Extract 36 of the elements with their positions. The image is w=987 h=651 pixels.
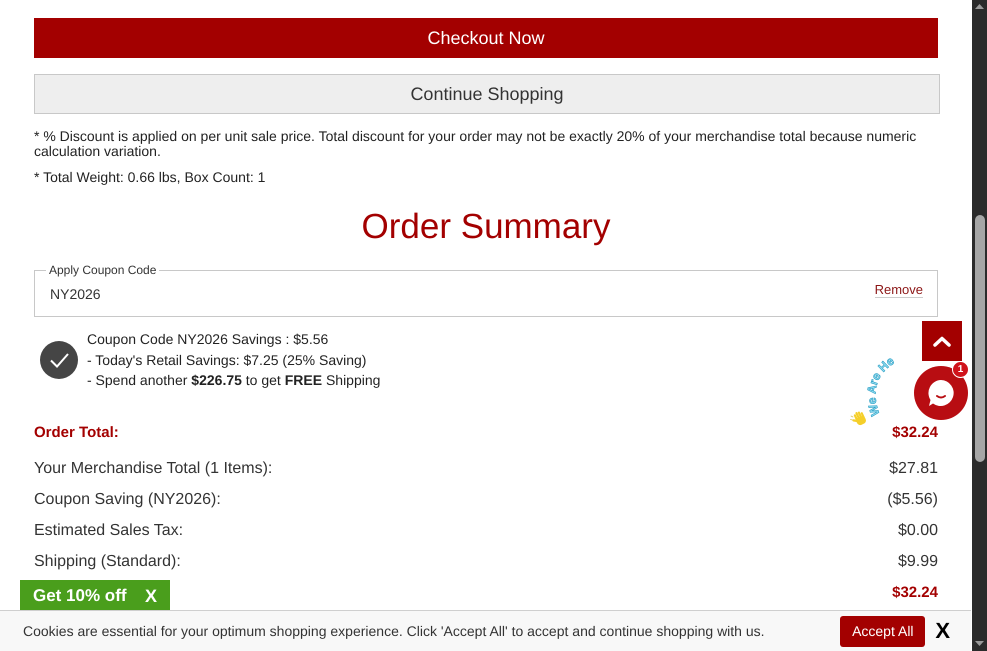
summary-value: $9.99 [898,552,938,572]
chevron-up-icon [933,336,951,346]
coupon-info-text: Coupon Code NY2026 Savings : $5.56 [87,330,330,349]
summary-value: $32.24 [892,582,938,603]
close-button[interactable]: X [935,619,950,643]
waving-hand-icon [850,410,868,427]
summary-label: Your Merchandise Total (1 Items): [34,459,272,479]
scroll-down-icon[interactable] [975,641,984,646]
coupon-info-text: - Today's Retail Savings: $7.25 (25% Saving) [87,350,368,370]
summary-value: $27.81 [889,459,938,479]
summary-value: $0.00 [898,521,938,541]
summary-label: Coupon Saving (NY2026): [34,490,221,510]
unread-badge: 1 [952,361,969,378]
back-to-top-button[interactable] [922,321,962,361]
speech-bubble-icon [926,378,956,408]
summary-label: Shipping (Standard): [34,552,181,572]
summary-value: ($5.56) [887,490,938,510]
checkout-button[interactable]: Checkout Now [34,18,938,58]
summary-label: Order Total: [34,423,119,444]
chat-button[interactable] [914,366,968,420]
note-text: * Total Weight: 0.66 lbs, Box Count: 1 [34,169,266,185]
scroll-up-icon[interactable] [975,4,984,9]
check-icon [40,340,78,379]
continue-shopping-button[interactable]: Continue Shopping [34,74,940,114]
remove-link[interactable]: Remove [874,282,923,298]
scrollbar[interactable] [972,0,987,651]
cookie-message: Cookies are essential for your optimum shopping experience. Click 'Accept All' to accept and continue shopping with us. [23,622,765,641]
coupon-code-field[interactable]: Apply Coupon Code NY2026 Remove [34,263,938,317]
summary-value: $32.24 [892,423,938,444]
scrollbar-thumb[interactable] [974,215,984,462]
field-label: Apply Coupon Code [48,263,158,277]
note-text: * % Discount is applied on per unit sale price. Total discount for your order may not be exactly 20% of your merchandise total because numeric calculation variation. [34,129,918,159]
summary-label: Estimated Sales Tax: [34,521,184,541]
section-title: Order Summary [362,207,610,247]
accept-all-button[interactable]: Accept All [840,616,926,646]
coupon-info-text: - Spend another $226.75 to get FREE Shipping [87,371,380,390]
